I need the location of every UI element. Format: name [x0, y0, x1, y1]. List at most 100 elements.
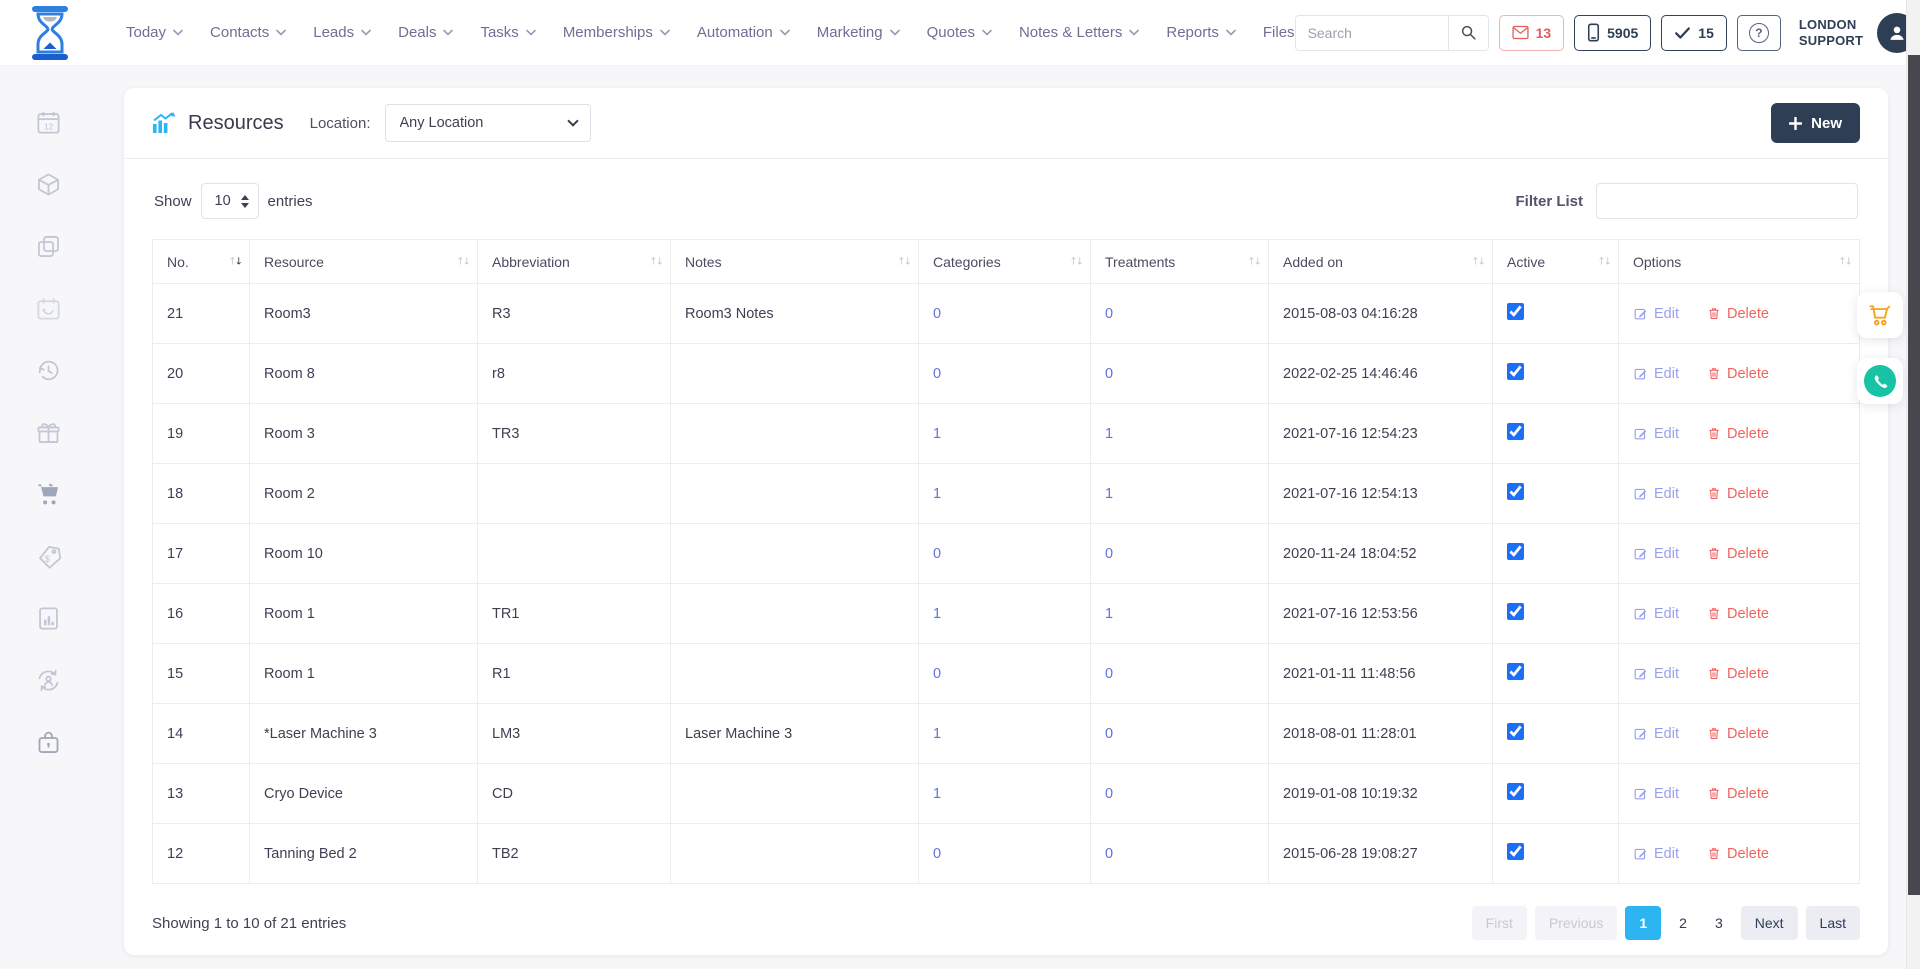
col-notes[interactable]: Notes↑↓: [671, 240, 919, 284]
edit-link[interactable]: Edit: [1633, 666, 1679, 682]
pagination-3[interactable]: 3: [1705, 906, 1733, 940]
app-logo[interactable]: [30, 6, 70, 60]
nav-item-today[interactable]: Today: [126, 24, 183, 41]
edit-link[interactable]: Edit: [1633, 366, 1679, 382]
nav-item-notes-letters[interactable]: Notes & Letters: [1019, 24, 1139, 41]
col-categories[interactable]: Categories↑↓: [919, 240, 1091, 284]
delete-link[interactable]: Delete: [1707, 726, 1769, 742]
treatments-count-link[interactable]: 0: [1105, 366, 1113, 382]
location-select[interactable]: Any Location: [385, 104, 591, 142]
filter-input[interactable]: [1596, 183, 1858, 219]
treatments-count-link[interactable]: 0: [1105, 546, 1113, 562]
edit-link[interactable]: Edit: [1633, 846, 1679, 862]
delete-link[interactable]: Delete: [1707, 666, 1769, 682]
active-checkbox[interactable]: [1507, 663, 1524, 680]
scrollbar-thumb[interactable]: [1908, 55, 1920, 895]
delete-link[interactable]: Delete: [1707, 546, 1769, 562]
col-treatments[interactable]: Treatments↑↓: [1091, 240, 1269, 284]
floating-cart-button[interactable]: [1857, 292, 1903, 338]
history-clock-icon[interactable]: [35, 356, 62, 384]
calendar-icon[interactable]: 12: [35, 108, 62, 136]
categories-count-link[interactable]: 0: [933, 546, 941, 562]
delete-link[interactable]: Delete: [1707, 426, 1769, 442]
col-resource[interactable]: Resource↑↓: [250, 240, 478, 284]
treatments-count-link[interactable]: 0: [1105, 306, 1113, 322]
treatments-count-link[interactable]: 0: [1105, 846, 1113, 862]
categories-count-link[interactable]: 0: [933, 846, 941, 862]
nav-item-deals[interactable]: Deals: [398, 24, 453, 41]
edit-link[interactable]: Edit: [1633, 486, 1679, 502]
messages-badge[interactable]: 13: [1499, 15, 1565, 51]
nav-item-contacts[interactable]: Contacts: [210, 24, 286, 41]
col-abbreviation[interactable]: Abbreviation↑↓: [478, 240, 671, 284]
categories-count-link[interactable]: 0: [933, 306, 941, 322]
active-checkbox[interactable]: [1507, 363, 1524, 380]
nav-item-files[interactable]: Files: [1263, 24, 1295, 41]
nav-item-memberships[interactable]: Memberships: [563, 24, 670, 41]
report-document-icon[interactable]: [35, 604, 62, 632]
delete-link[interactable]: Delete: [1707, 786, 1769, 802]
nav-item-marketing[interactable]: Marketing: [817, 24, 900, 41]
col-active[interactable]: Active↑↓: [1493, 240, 1619, 284]
help-button[interactable]: ?: [1737, 15, 1781, 51]
locked-case-icon[interactable]: [35, 728, 62, 756]
duplicate-icon[interactable]: [35, 232, 62, 260]
nav-item-quotes[interactable]: Quotes: [927, 24, 992, 41]
cart-icon[interactable]: [35, 480, 62, 508]
active-checkbox[interactable]: [1507, 303, 1524, 320]
pagination-2[interactable]: 2: [1669, 906, 1697, 940]
pagination-1[interactable]: 1: [1625, 906, 1661, 940]
nav-item-automation[interactable]: Automation: [697, 24, 790, 41]
col-options[interactable]: Options↑↓: [1619, 240, 1860, 284]
treatments-count-link[interactable]: 0: [1105, 786, 1113, 802]
appointments-calendar-icon[interactable]: [35, 294, 62, 322]
treatments-count-link[interactable]: 0: [1105, 726, 1113, 742]
pagination-next[interactable]: Next: [1741, 906, 1798, 940]
categories-count-link[interactable]: 1: [933, 486, 941, 502]
products-box-icon[interactable]: [35, 170, 62, 198]
treatments-count-link[interactable]: 1: [1105, 426, 1113, 442]
active-checkbox[interactable]: [1507, 843, 1524, 860]
categories-count-link[interactable]: 1: [933, 606, 941, 622]
delete-link[interactable]: Delete: [1707, 846, 1769, 862]
edit-link[interactable]: Edit: [1633, 786, 1679, 802]
price-tag-icon[interactable]: $: [35, 542, 62, 570]
edit-link[interactable]: Edit: [1633, 726, 1679, 742]
col-added-on[interactable]: Added on↑↓: [1269, 240, 1493, 284]
tasks-badge[interactable]: 15: [1661, 15, 1727, 51]
active-checkbox[interactable]: [1507, 783, 1524, 800]
nav-item-leads[interactable]: Leads: [313, 24, 371, 41]
delete-link[interactable]: Delete: [1707, 606, 1769, 622]
support-rotate-icon[interactable]: [35, 666, 62, 694]
active-checkbox[interactable]: [1507, 723, 1524, 740]
treatments-count-link[interactable]: 0: [1105, 666, 1113, 682]
categories-count-link[interactable]: 1: [933, 786, 941, 802]
active-checkbox[interactable]: [1507, 603, 1524, 620]
search-input[interactable]: [1296, 25, 1448, 41]
active-checkbox[interactable]: [1507, 483, 1524, 500]
gift-icon[interactable]: [35, 418, 62, 446]
edit-link[interactable]: Edit: [1633, 306, 1679, 322]
phone-badge[interactable]: 5905: [1574, 15, 1651, 51]
edit-link[interactable]: Edit: [1633, 426, 1679, 442]
edit-link[interactable]: Edit: [1633, 546, 1679, 562]
delete-link[interactable]: Delete: [1707, 486, 1769, 502]
active-checkbox[interactable]: [1507, 423, 1524, 440]
categories-count-link[interactable]: 1: [933, 426, 941, 442]
search-button[interactable]: [1448, 16, 1488, 50]
pagination-last[interactable]: Last: [1806, 906, 1860, 940]
delete-link[interactable]: Delete: [1707, 306, 1769, 322]
treatments-count-link[interactable]: 1: [1105, 606, 1113, 622]
floating-phone-button[interactable]: [1857, 358, 1903, 404]
show-entries-select[interactable]: 10: [201, 183, 259, 219]
col-no[interactable]: No.↑↓: [153, 240, 250, 284]
new-button[interactable]: New: [1771, 103, 1860, 143]
nav-item-reports[interactable]: Reports: [1166, 24, 1236, 41]
categories-count-link[interactable]: 0: [933, 366, 941, 382]
scrollbar-track[interactable]: [1906, 0, 1920, 969]
treatments-count-link[interactable]: 1: [1105, 486, 1113, 502]
categories-count-link[interactable]: 1: [933, 726, 941, 742]
delete-link[interactable]: Delete: [1707, 366, 1769, 382]
active-checkbox[interactable]: [1507, 543, 1524, 560]
edit-link[interactable]: Edit: [1633, 606, 1679, 622]
